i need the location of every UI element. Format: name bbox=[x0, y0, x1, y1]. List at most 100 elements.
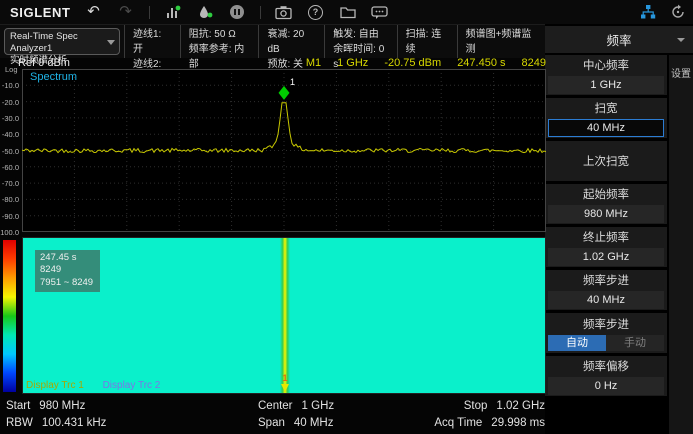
toolbar-divider bbox=[149, 6, 150, 19]
display-trc2-label[interactable]: Display Trc 2 bbox=[103, 380, 161, 391]
info-cell-1: 阻抗: 50 Ω频率参考: 内部 bbox=[180, 25, 259, 58]
y-tick-label: -40.0 bbox=[2, 130, 19, 139]
menu-item-2[interactable]: 上次扫宽 bbox=[545, 141, 667, 181]
toggle-option-1[interactable]: 手动 bbox=[606, 335, 664, 351]
y-tick-label: -100.0 bbox=[0, 228, 19, 237]
marker-frequency: 1 GHz bbox=[337, 57, 368, 69]
status-stop: Stop1.02 GHz bbox=[464, 400, 545, 412]
display-trc1-label[interactable]: Display Trc 1 bbox=[26, 380, 84, 391]
y-tick-label: -10.0 bbox=[2, 81, 19, 90]
menu-item-value[interactable]: 980 MHz bbox=[548, 205, 664, 223]
menu-item-value[interactable]: 40 MHz bbox=[548, 291, 664, 309]
help-icon[interactable]: ? bbox=[307, 3, 325, 21]
y-tick-label: -70.0 bbox=[2, 179, 19, 188]
menu-item-6[interactable]: 频率步进自动手动 bbox=[545, 313, 667, 353]
menu-item-5[interactable]: 频率步进 40 MHz bbox=[545, 270, 667, 310]
menu-item-label: 扫宽 bbox=[545, 100, 667, 116]
menu-item-label: 中心频率 bbox=[545, 57, 667, 73]
settings-info-bar: Real-Time Spec Analyzer1 实时频谱分析 迹线1: 开迹线… bbox=[0, 24, 545, 58]
info-cells: 迹线1: 开迹线2: 开阻抗: 50 Ω频率参考: 内部衰减: 20 dB预放:… bbox=[124, 25, 545, 58]
status-rbw: RBW100.431 kHz bbox=[6, 417, 106, 429]
message-icon[interactable] bbox=[371, 3, 389, 21]
amplitude-colorbar bbox=[3, 240, 16, 392]
menu-item-1[interactable]: 扫宽 40 MHz bbox=[545, 98, 667, 138]
menu-item-0[interactable]: 中心频率 1 GHz bbox=[545, 55, 667, 95]
overlay-time: 247.45 s bbox=[40, 252, 93, 264]
auto-manual-toggle: 自动手动 bbox=[548, 335, 664, 351]
menu-item-label: 频率步进 bbox=[545, 272, 667, 288]
menu-item-label: 起始频率 bbox=[545, 186, 667, 202]
y-tick-label: -50.0 bbox=[2, 147, 19, 156]
status-acq-time: Acq Time29.998 ms bbox=[434, 417, 545, 429]
overlay-sweep: 8249 bbox=[40, 264, 93, 276]
menu-item-value[interactable]: 1.02 GHz bbox=[548, 248, 664, 266]
info-cell-0: 迹线1: 开迹线2: 开 bbox=[124, 25, 180, 58]
info-cell-4: 扫描: 连续 bbox=[397, 25, 457, 58]
preset-icon[interactable] bbox=[669, 3, 687, 21]
menu-item-4[interactable]: 终止频率 1.02 GHz bbox=[545, 227, 667, 267]
marker-time: 247.450 s bbox=[457, 57, 505, 69]
file-icon[interactable] bbox=[339, 3, 357, 21]
network-icon[interactable] bbox=[639, 3, 657, 21]
menu-item-label: 频率偏移 bbox=[545, 358, 667, 374]
amplitude-axis: Log -10.0 -20.0 -30.0 -40.0 -50.0 -60.0 -70.0 -… bbox=[0, 65, 20, 237]
y-tick-label: -30.0 bbox=[2, 114, 19, 123]
chevron-down-icon bbox=[677, 38, 685, 42]
menu-item-value[interactable]: 1 GHz bbox=[548, 76, 664, 94]
marker-sweep-index: 8249 bbox=[522, 57, 546, 69]
menu-item-value[interactable]: 0 Hz bbox=[548, 377, 664, 395]
y-tick-label: -80.0 bbox=[2, 195, 19, 204]
undo-icon[interactable]: ↶ bbox=[85, 3, 103, 21]
menu-items: 中心频率 1 GHz 扫宽 40 MHz 上次扫宽起始频率 980 MHz 终止频率 1.02… bbox=[545, 55, 667, 396]
status-span: Span40 MHz bbox=[258, 417, 333, 429]
tab-settings[interactable]: 设置 bbox=[668, 55, 693, 434]
spectrum-window-label: Spectrum bbox=[30, 71, 77, 83]
y-tick-label: -60.0 bbox=[2, 163, 19, 172]
info-cell-3: 触发: 自由余晖时间: 0 s bbox=[324, 25, 396, 58]
redo-icon[interactable]: ↷ bbox=[117, 3, 135, 21]
y-tick-label: -20.0 bbox=[2, 98, 19, 107]
mode-selector-dropdown[interactable]: Real-Time Spec Analyzer1 实时频谱分析 bbox=[4, 28, 120, 55]
info-cell-5: 频谱图+频谱监测 bbox=[457, 25, 545, 58]
signal-stripe bbox=[280, 238, 290, 393]
ref-level-label: Ref 0 dBm bbox=[18, 57, 70, 69]
marker-1-diamond[interactable] bbox=[279, 86, 290, 100]
top-toolbar: SIGLENT ↶ ↷ bbox=[0, 0, 693, 24]
analyzer-app: SIGLENT ↶ ↷ bbox=[0, 0, 693, 434]
add-spectrum-trace-icon[interactable] bbox=[164, 3, 182, 21]
svg-text:1: 1 bbox=[290, 77, 295, 87]
marker-id: M1 bbox=[306, 57, 321, 69]
add-waterfall-icon[interactable] bbox=[196, 3, 214, 21]
spectrogram-plot[interactable]: 247.45 s 8249 7951 ~ 8249 Display Trc 1 … bbox=[22, 237, 546, 394]
mode-name: Real-Time Spec Analyzer1 bbox=[10, 31, 105, 55]
info-cell-2: 衰减: 20 dB预放: 关 bbox=[258, 25, 324, 58]
spectrum-plot[interactable]: Spectrum 1 bbox=[22, 69, 546, 232]
menu-item-value[interactable]: 40 MHz bbox=[548, 119, 664, 137]
toolbar-divider bbox=[260, 6, 261, 19]
marker-readout: M1 1 GHz -20.75 dBm 247.450 s 8249 bbox=[306, 57, 546, 69]
chevron-down-icon bbox=[107, 40, 115, 45]
frequency-menu-panel: 频率 中心频率 1 GHz 扫宽 40 MHz 上次扫宽起始频率 980 MHz 终止频率 1… bbox=[545, 24, 693, 434]
menu-item-label: 终止频率 bbox=[545, 229, 667, 245]
screenshot-icon[interactable] bbox=[275, 3, 293, 21]
menu-item-label: 频率步进 bbox=[545, 316, 667, 332]
menu-item-3[interactable]: 起始频率 980 MHz bbox=[545, 184, 667, 224]
menu-title: 频率 bbox=[606, 30, 631, 49]
menu-item-7[interactable]: 频率偏移 0 Hz bbox=[545, 356, 667, 396]
status-center: Center1 GHz bbox=[258, 400, 334, 412]
spectrum-trace-canvas: 1 bbox=[22, 69, 546, 232]
status-start: Start980 MHz bbox=[6, 400, 85, 412]
marker-amplitude: -20.75 dBm bbox=[384, 57, 441, 69]
menu-item-label: 上次扫宽 bbox=[545, 153, 667, 169]
toggle-option-0[interactable]: 自动 bbox=[548, 335, 606, 351]
y-tick-label: -90.0 bbox=[2, 212, 19, 221]
pause-icon[interactable] bbox=[228, 3, 246, 21]
display-trace-labels: Display Trc 1 Display Trc 2 bbox=[26, 380, 160, 391]
menu-title-dropdown[interactable]: 频率 bbox=[545, 26, 693, 53]
overlay-range: 7951 ~ 8249 bbox=[40, 277, 93, 289]
siglent-logo: SIGLENT bbox=[10, 5, 71, 20]
waterfall-marker-1[interactable]: 1 bbox=[276, 374, 294, 392]
marker-down-arrow-icon bbox=[281, 384, 289, 392]
scale-type-label: Log bbox=[5, 65, 18, 74]
spectrogram-info-overlay: 247.45 s 8249 7951 ~ 8249 bbox=[35, 250, 100, 292]
